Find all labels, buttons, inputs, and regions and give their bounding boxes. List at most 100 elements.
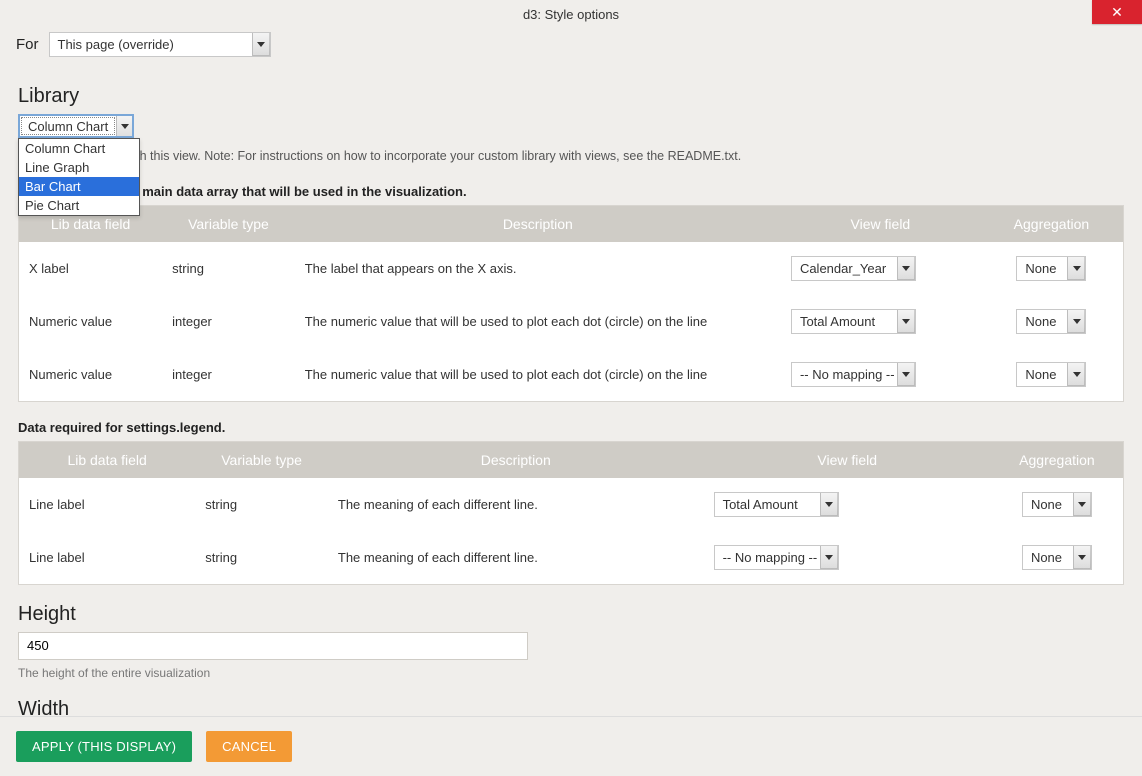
cell-agg: None — [991, 478, 1124, 531]
aggregation-select[interactable]: None — [1022, 545, 1092, 570]
th-desc: Description — [328, 441, 704, 478]
cell-view: -- No mapping -- — [704, 531, 991, 585]
th-var: Variable type — [162, 205, 295, 242]
chevron-down-icon — [820, 493, 838, 516]
table-row: Numeric valueintegerThe numeric value th… — [19, 348, 1124, 402]
legend-table: Lib data field Variable type Description… — [18, 441, 1124, 585]
cell-lib: Line label — [19, 478, 196, 531]
library-help-text: u would like to use with this view. Note… — [18, 148, 1124, 166]
table-row: X labelstringThe label that appears on t… — [19, 242, 1124, 295]
cell-agg: None — [980, 242, 1124, 295]
chevron-down-icon — [1073, 493, 1091, 516]
close-button[interactable]: ✕ — [1092, 0, 1142, 24]
cell-view: Total Amount — [704, 478, 991, 531]
content-scroll[interactable]: Library Column Chart Column ChartLine Gr… — [0, 67, 1142, 716]
library-option[interactable]: Pie Chart — [19, 196, 139, 215]
cell-view: Total Amount — [781, 295, 980, 348]
th-agg: Aggregation — [980, 205, 1124, 242]
cancel-button[interactable]: Cancel — [206, 731, 292, 762]
view-field-select-value: Total Amount — [792, 310, 897, 333]
table-row: Numeric valueintegerThe numeric value th… — [19, 295, 1124, 348]
view-field-select[interactable]: -- No mapping -- — [714, 545, 839, 570]
cell-view: -- No mapping -- — [781, 348, 980, 402]
library-section-label: Library — [18, 85, 1124, 108]
aggregation-select-value: None — [1023, 546, 1073, 569]
library-option[interactable]: Column Chart — [19, 139, 139, 158]
view-field-select-value: Total Amount — [715, 493, 820, 516]
library-option[interactable]: Line Graph — [19, 158, 139, 177]
aggregation-select-value: None — [1023, 493, 1073, 516]
apply-button[interactable]: Apply (this display) — [16, 731, 192, 762]
library-dropdown[interactable]: Column ChartLine GraphBar ChartPie Chart — [18, 138, 140, 216]
chevron-down-icon — [897, 363, 915, 386]
cell-lib: Numeric value — [19, 348, 163, 402]
view-field-select[interactable]: Total Amount — [791, 309, 916, 334]
chevron-down-icon — [116, 116, 132, 136]
cell-desc: The label that appears on the X axis. — [295, 242, 781, 295]
aggregation-select[interactable]: None — [1016, 309, 1086, 334]
cell-agg: None — [980, 295, 1124, 348]
width-label: Width — [18, 698, 1124, 717]
chevron-down-icon — [1067, 363, 1085, 386]
chevron-down-icon — [1067, 257, 1085, 280]
chevron-down-icon — [252, 33, 270, 56]
height-help: The height of the entire visualization — [18, 666, 1124, 680]
legend-heading: Data required for settings.legend. — [18, 420, 1124, 435]
cell-lib: Numeric value — [19, 295, 163, 348]
aggregation-select[interactable]: None — [1016, 256, 1086, 281]
chevron-down-icon — [1067, 310, 1085, 333]
view-field-select[interactable]: Total Amount — [714, 492, 839, 517]
th-var: Variable type — [195, 441, 328, 478]
view-field-select-value: -- No mapping -- — [792, 363, 897, 386]
cell-vartype: integer — [162, 348, 295, 402]
library-select[interactable]: Column Chart — [18, 114, 134, 138]
aggregation-select[interactable]: None — [1016, 362, 1086, 387]
for-bar: For This page (override) — [0, 28, 1142, 67]
th-view: View field — [781, 205, 980, 242]
window-title: d3: Style options — [523, 7, 619, 22]
view-field-select-value: -- No mapping -- — [715, 546, 820, 569]
height-label: Height — [18, 603, 1124, 626]
cell-desc: The numeric value that will be used to p… — [295, 295, 781, 348]
th-lib: Lib data field — [19, 441, 196, 478]
for-select[interactable]: This page (override) — [49, 32, 271, 57]
aggregation-select[interactable]: None — [1022, 492, 1092, 517]
chevron-down-icon — [897, 310, 915, 333]
library-option[interactable]: Bar Chart — [19, 177, 139, 196]
th-desc: Description — [295, 205, 781, 242]
cell-desc: The meaning of each different line. — [328, 478, 704, 531]
cell-lib: X label — [19, 242, 163, 295]
rows-table: Lib data field Variable type Description… — [18, 205, 1124, 402]
view-field-select[interactable]: Calendar_Year — [791, 256, 916, 281]
cell-lib: Line label — [19, 531, 196, 585]
table-row: Line labelstringThe meaning of each diff… — [19, 478, 1124, 531]
cell-view: Calendar_Year — [781, 242, 980, 295]
cell-vartype: string — [162, 242, 295, 295]
cell-vartype: integer — [162, 295, 295, 348]
aggregation-select-value: None — [1017, 257, 1067, 280]
cell-desc: The meaning of each different line. — [328, 531, 704, 585]
cell-vartype: string — [195, 531, 328, 585]
th-view: View field — [704, 441, 991, 478]
height-input[interactable] — [18, 632, 528, 660]
chevron-down-icon — [897, 257, 915, 280]
cell-desc: The numeric value that will be used to p… — [295, 348, 781, 402]
chevron-down-icon — [820, 546, 838, 569]
aggregation-select-value: None — [1017, 310, 1067, 333]
for-select-value: This page (override) — [50, 33, 252, 56]
cell-vartype: string — [195, 478, 328, 531]
view-field-select[interactable]: -- No mapping -- — [791, 362, 916, 387]
th-agg: Aggregation — [991, 441, 1124, 478]
for-label: For — [16, 36, 39, 53]
cell-agg: None — [980, 348, 1124, 402]
rows-heading: gs.rows. This is the main data array tha… — [18, 184, 1124, 199]
footer: Apply (this display) Cancel — [0, 716, 1142, 776]
chevron-down-icon — [1073, 546, 1091, 569]
aggregation-select-value: None — [1017, 363, 1067, 386]
close-icon: ✕ — [1111, 4, 1123, 21]
library-select-value: Column Chart — [21, 117, 115, 135]
cell-agg: None — [991, 531, 1124, 585]
window-titlebar: d3: Style options ✕ — [0, 0, 1142, 28]
view-field-select-value: Calendar_Year — [792, 257, 897, 280]
table-row: Line labelstringThe meaning of each diff… — [19, 531, 1124, 585]
